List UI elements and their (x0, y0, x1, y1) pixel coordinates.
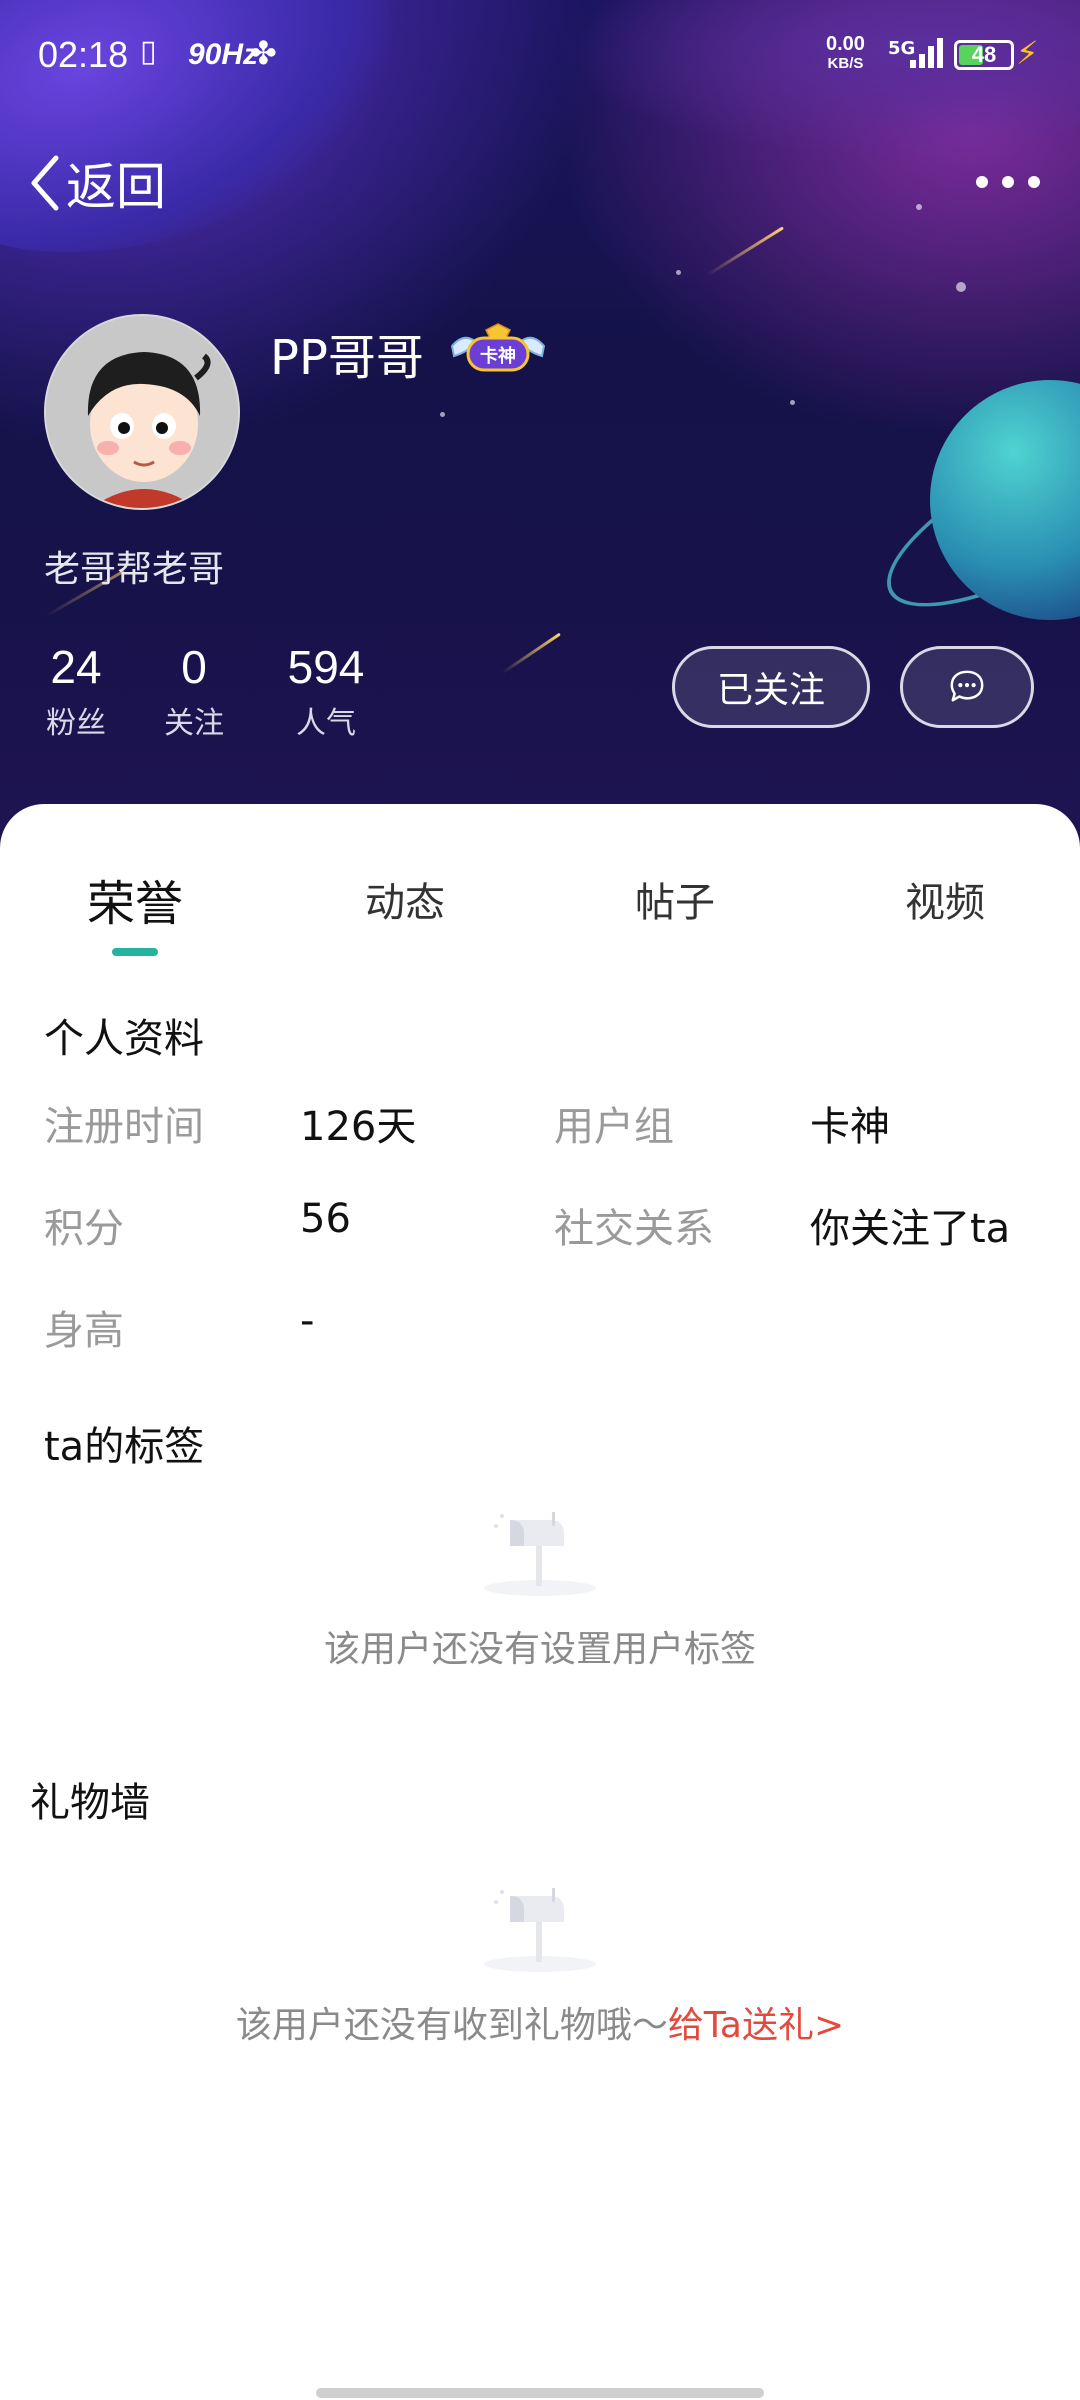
meteor-decoration (706, 226, 784, 277)
tab-label: 视频 (905, 880, 985, 926)
network-speed: 0.00 KB/S (826, 34, 865, 74)
gift-wall-empty-state: 该用户还没有收到礼物哦～给Ta送礼> (0, 1880, 1080, 2048)
active-tab-indicator (112, 948, 158, 956)
network-speed-unit: KB/S (827, 55, 864, 72)
star-decoration (440, 412, 445, 417)
battery-icon: 48 (954, 40, 1014, 70)
follow-button[interactable]: 已关注 (672, 646, 870, 728)
tab-honor[interactable]: 荣誉 (54, 864, 216, 956)
tab-label: 荣誉 (86, 876, 183, 932)
vibrate-icon: ▯ (140, 34, 157, 69)
more-options-button[interactable] (976, 160, 1040, 204)
more-dot-icon (976, 176, 988, 188)
star-decoration (916, 204, 922, 210)
empty-mailbox-icon (484, 1512, 596, 1596)
field-label-points: 积分 (44, 1206, 124, 1252)
field-value-social-relation: 你关注了ta (810, 1206, 1011, 1252)
field-value-points: 56 (300, 1196, 351, 1242)
star-decoration (956, 282, 966, 292)
signal-icon (910, 36, 946, 68)
refresh-rate: 90Hz (188, 38, 259, 71)
field-label-register-time: 注册时间 (44, 1104, 204, 1150)
stat-popularity: 594 人气 (280, 640, 372, 742)
tab-activity[interactable]: 动态 (324, 870, 486, 960)
back-button[interactable]: 返回 (28, 148, 166, 218)
stat-value: 594 (287, 641, 365, 693)
rank-badge: 卡神 (446, 322, 550, 378)
field-value-user-group: 卡神 (810, 1104, 890, 1150)
home-indicator[interactable] (316, 2388, 764, 2398)
stat-value: 0 (181, 641, 207, 693)
user-signature: 老哥帮老哥 (44, 549, 225, 590)
network-speed-value: 0.00 (826, 33, 865, 55)
empty-mailbox-icon (484, 1888, 596, 1972)
charging-icon: ⚡ (1016, 34, 1039, 72)
star-decoration (790, 400, 795, 405)
send-gift-link[interactable]: 给Ta送礼> (668, 2005, 844, 2046)
star-decoration (676, 270, 681, 275)
avatar-cartoon-icon (46, 316, 238, 508)
profile-content-card: 荣誉 动态 帖子 视频 个人资料 注册时间 126天 用户组 卡神 积分 56 … (0, 804, 1080, 2400)
message-button[interactable] (900, 646, 1034, 728)
field-label-height: 身高 (44, 1308, 124, 1354)
username: PP哥哥 (270, 330, 424, 386)
gift-wall-title: 礼物墙 (30, 1780, 150, 1826)
field-label-user-group: 用户组 (554, 1104, 674, 1150)
gift-empty-text: 该用户还没有收到礼物哦～ (235, 2005, 668, 2046)
stat-following[interactable]: 0 关注 (158, 640, 230, 742)
more-dot-icon (1028, 176, 1040, 188)
field-value-register-time: 126天 (300, 1104, 417, 1150)
meteor-decoration (501, 632, 561, 675)
stat-label: 关注 (164, 706, 224, 741)
personal-info-title: 个人资料 (44, 1016, 204, 1062)
field-value-height: - (300, 1298, 315, 1344)
badge-text: 卡神 (480, 346, 516, 367)
profile-tabs: 荣誉 动态 帖子 视频 (0, 864, 1080, 956)
chat-bubble-icon (950, 670, 984, 702)
tab-posts[interactable]: 帖子 (594, 870, 756, 960)
more-dot-icon (1002, 176, 1014, 188)
stat-value: 24 (50, 641, 102, 693)
tags-empty-message: 该用户还没有设置用户标签 (323, 1629, 756, 1670)
back-label: 返回 (66, 158, 166, 216)
stat-followers[interactable]: 24 粉丝 (40, 640, 112, 742)
tags-section-title: ta的标签 (44, 1424, 205, 1470)
battery-percent: 48 (971, 42, 997, 67)
chevron-left-icon (31, 155, 59, 211)
status-bar: 02:18 ▯ 90Hz ✤ 0.00 KB/S 5G 48 ⚡ (0, 0, 1080, 110)
tab-label: 动态 (365, 880, 445, 926)
fan-icon: ✤ (250, 34, 277, 72)
avatar[interactable] (44, 314, 240, 510)
stat-label: 人气 (296, 706, 356, 741)
gift-empty-message: 该用户还没有收到礼物哦～给Ta送礼> (0, 1996, 1080, 2048)
tab-label: 帖子 (635, 880, 715, 926)
field-label-social-relation: 社交关系 (554, 1206, 714, 1252)
stat-label: 粉丝 (46, 706, 106, 741)
tags-empty-state: 该用户还没有设置用户标签 (0, 1504, 1080, 1672)
tab-videos[interactable]: 视频 (864, 870, 1026, 960)
status-time: 02:18 (38, 34, 129, 75)
